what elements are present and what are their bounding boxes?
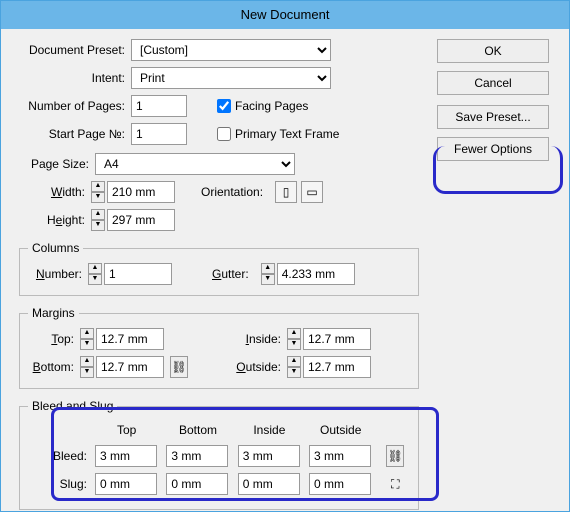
bleed-slug-group: Bleed and Slug Top Bottom Inside Outside… [19, 399, 419, 510]
document-preset-select[interactable]: [Custom] [131, 39, 331, 61]
width-input[interactable] [107, 181, 175, 203]
start-page-label: Start Page №: [19, 127, 131, 141]
margin-outside-label: Outside: [231, 360, 287, 374]
num-pages-label: Number of Pages: [19, 99, 131, 113]
col-number-input[interactable] [104, 263, 172, 285]
margins-legend: Margins [28, 306, 79, 320]
facing-pages-checkbox[interactable] [217, 99, 231, 113]
margins-link-icon[interactable]: ⛓ [170, 356, 188, 378]
gutter-input[interactable] [277, 263, 355, 285]
cancel-button[interactable]: Cancel [437, 71, 549, 95]
fewer-options-button[interactable]: Fewer Options [437, 137, 549, 161]
width-stepper[interactable]: ▲▼ [91, 181, 105, 203]
orientation-landscape-icon[interactable]: ▭ [301, 181, 323, 203]
bleed-row-label: Bleed: [30, 443, 90, 469]
slug-top-input[interactable] [95, 473, 157, 495]
intent-label: Intent: [19, 71, 131, 85]
slug-bottom-input[interactable] [166, 473, 228, 495]
margin-outside-stepper[interactable]: ▲▼ [287, 356, 301, 378]
margin-top-stepper[interactable]: ▲▼ [80, 328, 94, 350]
margin-top-label: Top: [28, 332, 80, 346]
slug-outside-input[interactable] [309, 473, 371, 495]
margin-bottom-input[interactable] [96, 356, 164, 378]
col-inside-header: Inside [235, 423, 304, 441]
bleed-bottom-input[interactable] [166, 445, 228, 467]
col-outside-header: Outside [306, 423, 375, 441]
orientation-label: Orientation: [201, 185, 269, 199]
facing-pages-label: Facing Pages [235, 99, 308, 113]
slug-link-icon[interactable]: ⛶ [386, 473, 404, 495]
height-input[interactable] [107, 209, 175, 231]
ok-button[interactable]: OK [437, 39, 549, 63]
col-number-label: Number: [28, 267, 88, 281]
slug-inside-input[interactable] [238, 473, 300, 495]
num-pages-input[interactable] [131, 95, 187, 117]
col-bottom-header: Bottom [163, 423, 232, 441]
dialog-title: New Document [1, 1, 569, 29]
margin-bottom-stepper[interactable]: ▲▼ [80, 356, 94, 378]
col-top-header: Top [92, 423, 161, 441]
new-document-dialog: New Document OK Cancel Save Preset... Fe… [0, 0, 570, 512]
start-page-input[interactable] [131, 123, 187, 145]
margin-outside-input[interactable] [303, 356, 371, 378]
bleed-link-icon[interactable]: ⛓ [386, 445, 404, 467]
orientation-portrait-icon[interactable]: ▯ [275, 181, 297, 203]
width-label: Width: [19, 185, 91, 199]
page-size-select[interactable]: A4 [95, 153, 295, 175]
save-preset-button[interactable]: Save Preset... [437, 105, 549, 129]
gutter-stepper[interactable]: ▲▼ [261, 263, 275, 285]
document-preset-label: Document Preset: [19, 43, 131, 57]
col-number-stepper[interactable]: ▲▼ [88, 263, 102, 285]
margin-inside-stepper[interactable]: ▲▼ [287, 328, 301, 350]
page-size-label: Page Size: [19, 157, 95, 171]
gutter-label: Gutter: [212, 267, 255, 281]
bleed-slug-legend: Bleed and Slug [28, 399, 117, 413]
bleed-inside-input[interactable] [238, 445, 300, 467]
bleed-top-input[interactable] [95, 445, 157, 467]
primary-text-checkbox[interactable] [217, 127, 231, 141]
slug-row-label: Slug: [30, 471, 90, 497]
primary-text-label: Primary Text Frame [235, 127, 339, 141]
intent-select[interactable]: Print [131, 67, 331, 89]
height-stepper[interactable]: ▲▼ [91, 209, 105, 231]
height-label: Height: [19, 213, 91, 227]
columns-group: Columns Number: ▲▼ Gutter: ▲▼ [19, 241, 419, 296]
margin-top-input[interactable] [96, 328, 164, 350]
margin-bottom-label: Bottom: [28, 360, 80, 374]
margin-inside-input[interactable] [303, 328, 371, 350]
columns-legend: Columns [28, 241, 83, 255]
bleed-outside-input[interactable] [309, 445, 371, 467]
margins-group: Margins Top: ▲▼ Bottom: ▲▼ ⛓ [19, 306, 419, 389]
margin-inside-label: Inside: [231, 332, 287, 346]
